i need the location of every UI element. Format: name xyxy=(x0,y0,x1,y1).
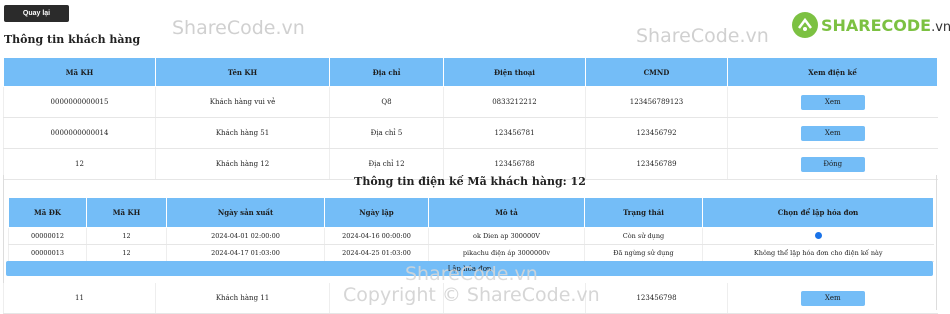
watermark: ShareCode.vn xyxy=(172,17,305,39)
view-meter-button[interactable]: Xem xyxy=(800,94,865,110)
back-button[interactable]: Quay lại xyxy=(4,5,69,22)
col-header: Mã ĐK xyxy=(8,197,87,228)
cell-dien-thoai: 0833212212 xyxy=(443,86,586,118)
cell-mo-ta: pikachu điện áp 3000000v xyxy=(428,244,585,262)
cell-action: Xem xyxy=(727,117,938,149)
cell-ngay-san-xuat: 2024-04-01 02:00:00 xyxy=(166,227,325,245)
cell-ma-kh: 12 xyxy=(86,227,167,245)
table-row: 0000000000014 Khách hàng 51 Địa chỉ 5 12… xyxy=(3,117,938,149)
customers-table-continued: 11 Khách hàng 11 123456798 Xem xyxy=(3,283,938,314)
cell-select xyxy=(702,227,934,245)
cell-ngay-san-xuat: 2024-04-17 01:03:00 xyxy=(166,244,325,262)
create-invoice-button[interactable]: Lập hóa đơn xyxy=(6,261,933,276)
col-header: Xem điện kế xyxy=(727,57,938,87)
table-header-row: Mã ĐK Mã KH Ngày sản xuất Ngày lập Mô tả… xyxy=(8,197,934,228)
cell-cmnd: 123456789123 xyxy=(585,86,728,118)
table-header-row: Mã KH Tên KH Địa chỉ Điện thoại CMND Xem… xyxy=(3,57,938,87)
cell-ten-kh: Khách hàng 51 xyxy=(155,117,330,149)
col-header: CMND xyxy=(585,57,728,87)
col-header: Ngày lập xyxy=(324,197,429,228)
cell-ngay-lap: 2024-04-16 00:00:00 xyxy=(324,227,429,245)
cell-ngay-lap: 2024-04-25 01:03:00 xyxy=(324,244,429,262)
col-header: Mã KH xyxy=(3,57,156,87)
meters-table: Mã ĐK Mã KH Ngày sản xuất Ngày lập Mô tả… xyxy=(8,197,934,262)
col-header: Mã KH xyxy=(86,197,167,228)
cell-mo-ta: ok Dien ap 300000V xyxy=(428,227,585,245)
customers-table: Mã KH Tên KH Địa chỉ Điện thoại CMND Xem… xyxy=(3,57,938,180)
sharecode-logo: SHARECODE.vn xyxy=(792,12,950,38)
cell-ten-kh: Khách hàng vui vẻ xyxy=(155,86,330,118)
col-header: Mô tả xyxy=(428,197,585,228)
cell-cmnd: 123456792 xyxy=(585,117,728,149)
logo-icon xyxy=(792,12,818,38)
view-meter-button[interactable]: Xem xyxy=(800,290,865,306)
watermark: ShareCode.vn xyxy=(636,25,769,47)
cell-ma-kh: 0000000000014 xyxy=(3,117,156,149)
cell-dien-thoai: 123456781 xyxy=(443,117,586,149)
col-header: Địa chỉ xyxy=(329,57,444,87)
cell-select-note: Không thể lập hóa đơn cho điện kế này xyxy=(702,244,934,262)
table-row: 00000012 12 2024-04-01 02:00:00 2024-04-… xyxy=(8,227,934,245)
cell-dia-chi: Địa chỉ 5 xyxy=(329,117,444,149)
cell-ma-kh: 0000000000015 xyxy=(3,86,156,118)
cell-action: Xem xyxy=(727,86,938,118)
cell-trang-thai: Còn sử dụng xyxy=(584,227,703,245)
table-row: 0000000000015 Khách hàng vui vẻ Q8 08332… xyxy=(3,86,938,118)
select-meter-radio[interactable] xyxy=(814,231,822,239)
close-meter-button[interactable]: Đóng xyxy=(800,156,865,172)
cell-trang-thai: Đã ngừng sử dụng xyxy=(584,244,703,262)
view-meter-button[interactable]: Xem xyxy=(800,125,865,141)
table-row: 00000013 12 2024-04-17 01:03:00 2024-04-… xyxy=(8,244,934,262)
cell-ma-kh: 12 xyxy=(86,244,167,262)
cell-dia-chi: Q8 xyxy=(329,86,444,118)
page-title: Thông tin khách hàng xyxy=(4,33,141,46)
meter-section-title: Thông tin điện kế Mã khách hàng: 12 xyxy=(354,175,586,188)
col-header: Trạng thái xyxy=(584,197,703,228)
cell-ma-dk: 00000012 xyxy=(8,227,87,245)
col-header: Điện thoại xyxy=(443,57,586,87)
col-header: Tên KH xyxy=(155,57,330,87)
cell-ma-dk: 00000013 xyxy=(8,244,87,262)
col-header: Ngày sản xuất xyxy=(166,197,325,228)
col-header: Chọn để lập hóa đơn xyxy=(702,197,934,228)
